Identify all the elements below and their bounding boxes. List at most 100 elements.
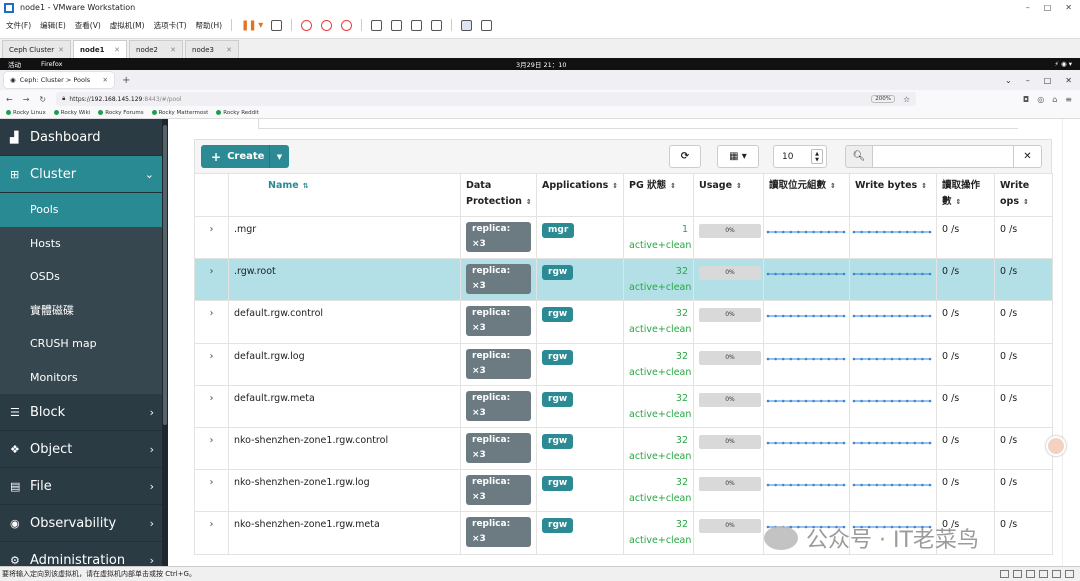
display-icon[interactable] xyxy=(1065,570,1074,578)
console-view-icon[interactable] xyxy=(461,19,473,31)
page-size-stepper[interactable]: ▲ ▼ xyxy=(811,149,823,164)
sidebar-item-object[interactable]: ❖ Object › xyxy=(0,431,168,468)
chevron-down-icon[interactable]: ⌄ xyxy=(1005,76,1012,85)
activities-button[interactable]: 活动 xyxy=(8,59,21,69)
vm-tab-node2[interactable]: node2 ✕ xyxy=(129,40,184,58)
sidebar-subitem-pools[interactable]: Pools xyxy=(0,193,168,227)
fullscreen-icon[interactable] xyxy=(411,19,423,31)
sidebar-subitem-monitors[interactable]: Monitors xyxy=(0,360,168,394)
column-header-usage[interactable]: Usage ⇕ xyxy=(693,173,764,217)
back-icon[interactable]: ← xyxy=(6,95,13,104)
table-row[interactable]: › nko-shenzhen-zone1.rgw.control replica: … xyxy=(194,426,1053,471)
extensions-icon[interactable]: ⌂ xyxy=(1052,95,1057,104)
column-header-read-bytes[interactable]: 讀取位元組數 ⇕ xyxy=(763,173,850,217)
expand-row-toggle[interactable]: › xyxy=(194,215,229,260)
column-header-pg-status[interactable]: PG 狀態 ⇕ xyxy=(623,173,694,217)
snapshot-icon[interactable] xyxy=(301,19,313,31)
expand-row-toggle[interactable]: › xyxy=(194,258,229,302)
avatar[interactable] xyxy=(1046,436,1066,456)
menu-icon[interactable]: ≡ xyxy=(1065,95,1072,104)
unity-icon[interactable] xyxy=(431,19,443,31)
lock-icon[interactable]: 🔒︎ xyxy=(62,95,65,103)
vm-tab-node1[interactable]: node1 ✕ xyxy=(73,40,128,58)
create-dropdown-toggle[interactable]: ▼ xyxy=(269,145,289,168)
scrollbar-thumb[interactable] xyxy=(163,125,167,425)
menu-edit[interactable]: 编辑(E) xyxy=(40,20,66,31)
usb-icon[interactable] xyxy=(1039,570,1048,578)
column-header-write-bytes[interactable]: Write bytes ⇕ xyxy=(849,173,937,217)
pocket-icon[interactable]: ◘ xyxy=(1023,95,1029,104)
cdrom-icon[interactable] xyxy=(1013,570,1022,578)
minimize-icon[interactable]: – xyxy=(1026,3,1030,12)
bookmark-rocky-forums[interactable]: Rocky Forums xyxy=(98,110,143,116)
refresh-button[interactable]: ⟳ xyxy=(669,145,701,168)
close-icon[interactable]: ✕ xyxy=(1065,3,1072,12)
vm-tab-ceph-cluster[interactable]: Ceph Cluster ✕ xyxy=(2,40,72,58)
bookmark-star-icon[interactable]: ☆ xyxy=(903,95,910,104)
send-ctrl-alt-del-icon[interactable] xyxy=(271,19,283,31)
table-row[interactable]: › default.rgw.control replica: ×3 rgw 32 acti… xyxy=(194,300,1053,344)
reload-icon[interactable]: ↻ xyxy=(39,95,46,104)
bookmark-rocky-mattermost[interactable]: Rocky Mattermost xyxy=(152,110,209,116)
column-header-data-protection[interactable]: Data Protection ⇕ xyxy=(460,173,537,217)
close-icon[interactable]: ✕ xyxy=(58,46,64,54)
stretch-icon[interactable] xyxy=(481,19,493,31)
menu-vm[interactable]: 虚拟机(M) xyxy=(110,20,145,31)
close-icon[interactable]: ✕ xyxy=(114,46,120,54)
menu-tabs[interactable]: 选项卡(T) xyxy=(154,20,187,31)
bookmark-rocky-wiki[interactable]: Rocky Wiki xyxy=(54,110,91,116)
network-icon[interactable] xyxy=(1026,570,1035,578)
menu-help[interactable]: 帮助(H) xyxy=(196,20,223,31)
snapshot-manager-icon[interactable] xyxy=(341,19,353,31)
expand-row-toggle[interactable]: › xyxy=(194,384,229,428)
bookmark-rocky-reddit[interactable]: Rocky Reddit xyxy=(216,110,259,116)
expand-row-toggle[interactable]: › xyxy=(194,342,229,386)
table-row[interactable]: › .mgr replica: ×3 mgr 1 active+clean 0% 0 /s 0 … xyxy=(194,215,1053,260)
table-row[interactable]: › .rgw.root replica: ×3 rgw 32 active+clean 0%… xyxy=(194,258,1053,302)
clear-search-button[interactable]: ✕ xyxy=(1013,145,1042,168)
maximize-icon[interactable]: □ xyxy=(1044,3,1052,12)
page-scrollbar[interactable] xyxy=(1062,119,1080,566)
firefox-app-menu[interactable]: Firefox xyxy=(41,60,63,68)
library-icon[interactable] xyxy=(371,19,383,31)
close-icon[interactable]: ✕ xyxy=(170,46,176,54)
sidebar-subitem-physical-disks[interactable]: 實體磁碟 xyxy=(0,293,168,327)
column-toggle-button[interactable]: ▦ ▾ xyxy=(717,145,759,168)
browser-tab-pools[interactable]: ◉ Ceph: Cluster > Pools ✕ xyxy=(4,72,114,88)
new-tab-icon[interactable]: + xyxy=(122,75,130,86)
thumbnail-bar-icon[interactable] xyxy=(391,19,403,31)
close-icon[interactable]: ✕ xyxy=(226,46,232,54)
expand-row-toggle[interactable]: › xyxy=(194,511,229,555)
column-header-write-ops[interactable]: Write ops ⇕ xyxy=(994,173,1053,217)
sidebar-item-block[interactable]: ☰ Block › xyxy=(0,394,168,431)
clock[interactable]: 3月29日 21：10 xyxy=(516,59,567,69)
forward-icon[interactable]: → xyxy=(23,95,30,104)
sidebar-subitem-hosts[interactable]: Hosts xyxy=(0,226,168,260)
column-header-applications[interactable]: Applications ⇕ xyxy=(536,173,624,217)
zoom-level[interactable]: 200% xyxy=(871,95,895,103)
sidebar-subitem-crush-map[interactable]: CRUSH map xyxy=(0,327,168,361)
table-row[interactable]: › nko-shenzhen-zone1.rgw.log replica: ×3 rg… xyxy=(194,469,1053,513)
sidebar-item-observability[interactable]: ◉ Observability › xyxy=(0,505,168,542)
close-icon[interactable]: ✕ xyxy=(103,76,108,84)
pause-icon[interactable]: ❚❚ ▾ xyxy=(241,20,263,31)
maximize-icon[interactable]: □ xyxy=(1044,76,1052,85)
system-tray-icon[interactable]: ⚡ ◉ ▾ xyxy=(1054,60,1072,68)
sidebar-item-file[interactable]: ▤ File › xyxy=(0,468,168,505)
table-row[interactable]: › default.rgw.meta replica: ×3 rgw 32 active+… xyxy=(194,384,1053,428)
expand-row-toggle[interactable]: › xyxy=(194,300,229,344)
bookmark-rocky-linux[interactable]: Rocky Linux xyxy=(6,110,46,116)
column-header-name[interactable]: Name ⇅ xyxy=(228,173,461,217)
page-size-input[interactable]: 10 ▲ ▼ xyxy=(773,145,827,168)
sidebar-item-administration[interactable]: ⚙ Administration › xyxy=(0,542,168,567)
menu-view[interactable]: 查看(V) xyxy=(75,20,101,31)
column-header-read-ops[interactable]: 讀取操作數 ⇕ xyxy=(936,173,995,217)
url-bar[interactable]: 🔒︎ https://192.168.145.129:8443/#/pool 2… xyxy=(56,92,917,106)
revert-snapshot-icon[interactable] xyxy=(321,19,333,31)
close-icon[interactable]: ✕ xyxy=(1065,76,1072,85)
vm-tab-node3[interactable]: node3 ✕ xyxy=(185,40,240,58)
sidebar-item-cluster[interactable]: ⊞ Cluster ⌄ xyxy=(0,156,168,193)
expand-row-toggle[interactable]: › xyxy=(194,426,229,471)
minimize-icon[interactable]: – xyxy=(1026,76,1030,85)
table-row[interactable]: › nko-shenzhen-zone1.rgw.meta replica: ×3 r… xyxy=(194,511,1053,555)
